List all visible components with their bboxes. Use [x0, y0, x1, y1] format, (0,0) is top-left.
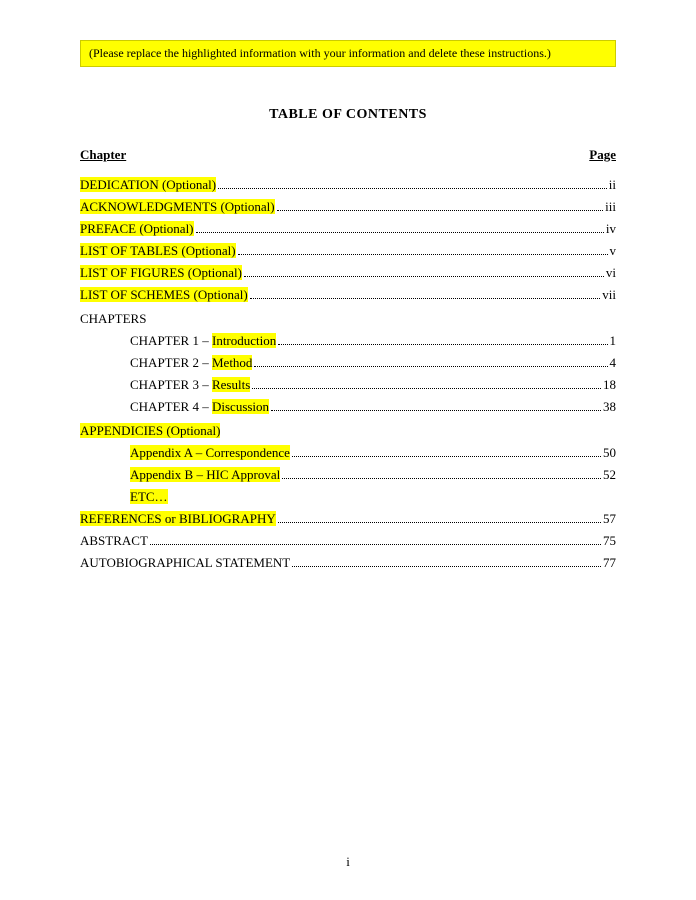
page-number: v — [610, 243, 617, 259]
toc-entry: LIST OF TABLES (Optional)v — [80, 243, 616, 259]
page-header: Page — [589, 147, 616, 163]
toc-title: TABLE OF CONTENTS — [80, 107, 616, 123]
toc-entry: CHAPTER 2 – Method4 — [130, 355, 616, 371]
page-number: vi — [606, 265, 616, 281]
toc-header: Chapter Page — [80, 147, 616, 163]
toc-entry: Appendix A – Correspondence50 — [130, 445, 616, 461]
page: (Please replace the highlighted informat… — [0, 0, 696, 900]
page-number: 57 — [603, 511, 616, 527]
toc-entry: LIST OF SCHEMES (Optional)vii — [80, 287, 616, 303]
page-number: 38 — [603, 399, 616, 415]
toc-entry: ACKNOWLEDGMENTS (Optional)iii — [80, 199, 616, 215]
page-number: 1 — [610, 333, 617, 349]
page-number: 52 — [603, 467, 616, 483]
page-number: 50 — [603, 445, 616, 461]
toc-entry: AUTOBIOGRAPHICAL STATEMENT77 — [80, 555, 616, 571]
toc-entry: CHAPTER 1 – Introduction1 — [130, 333, 616, 349]
toc-entry: ABSTRACT75 — [80, 533, 616, 549]
toc-entry: DEDICATION (Optional)ii — [80, 177, 616, 193]
appendices-label: APPENDICIES (Optional) — [80, 423, 616, 439]
chapters-section: CHAPTER 1 – Introduction1 CHAPTER 2 – Met… — [80, 333, 616, 415]
page-number: vii — [602, 287, 616, 303]
page-number: 18 — [603, 377, 616, 393]
page-number: 75 — [603, 533, 616, 549]
final-section: REFERENCES or BIBLIOGRAPHY57 ABSTRACT75 AU… — [80, 511, 616, 571]
appendices-section: Appendix A – Correspondence50 Appendix B … — [80, 445, 616, 505]
instruction-box: (Please replace the highlighted informat… — [80, 40, 616, 67]
toc-entry: ETC… — [130, 489, 616, 505]
chapters-label: CHAPTERS — [80, 311, 616, 327]
page-number: ii — [609, 177, 616, 193]
toc-entry: PREFACE (Optional)iv — [80, 221, 616, 237]
page-number: iii — [605, 199, 616, 215]
toc-entry: REFERENCES or BIBLIOGRAPHY57 — [80, 511, 616, 527]
toc-entry: LIST OF FIGURES (Optional)vi — [80, 265, 616, 281]
instruction-text: (Please replace the highlighted informat… — [89, 46, 551, 60]
page-number: 4 — [610, 355, 617, 371]
page-footer: i — [0, 854, 696, 870]
chapter-header: Chapter — [80, 147, 126, 163]
front-matter-section: DEDICATION (Optional)ii ACKNOWLEDGMENTS (… — [80, 177, 616, 303]
toc-entry: CHAPTER 3 – Results18 — [130, 377, 616, 393]
page-number: iv — [606, 221, 616, 237]
toc-entry: Appendix B – HIC Approval52 — [130, 467, 616, 483]
footer-page-number: i — [346, 854, 350, 869]
page-number: 77 — [603, 555, 616, 571]
toc-entry: CHAPTER 4 – Discussion38 — [130, 399, 616, 415]
